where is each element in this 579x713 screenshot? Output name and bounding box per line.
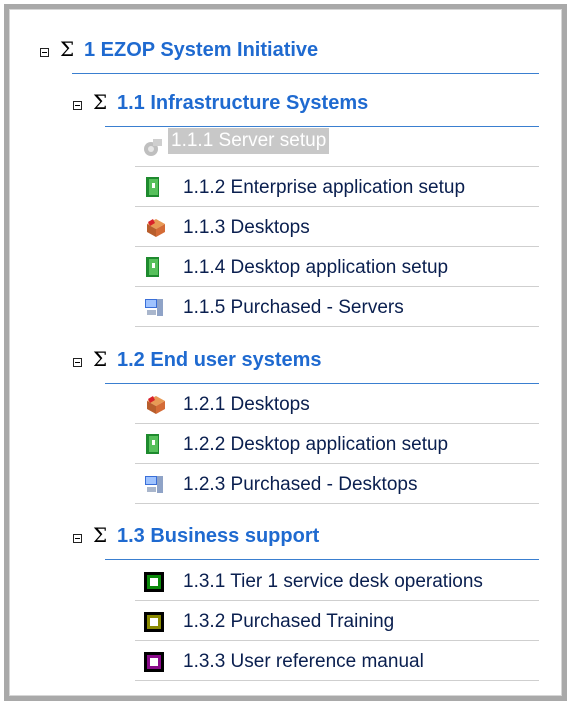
tree-item-row-1-2-1[interactable]: 1.2.1 Desktops	[135, 385, 539, 424]
tree-group-row-1-2[interactable]: Σ 1.2 End user systems	[73, 345, 539, 384]
tree-item-row-1-3-1[interactable]: 1.3.1 Tier 1 service desk operations	[135, 562, 539, 601]
collapse-icon[interactable]	[73, 358, 82, 367]
tree-group-row-1-3[interactable]: Σ 1.3 Business support	[73, 521, 539, 560]
box-package-icon	[147, 219, 165, 237]
green-book-icon	[146, 257, 159, 277]
tree-item-row-1-1-3[interactable]: 1.1.3 Desktops	[135, 208, 539, 247]
tree-root-row[interactable]: Σ 1 EZOP System Initiative	[40, 35, 539, 74]
box-package-icon	[147, 396, 165, 414]
tree-panel-inner: Σ 1 EZOP System Initiative Σ 1.1 Infrast…	[9, 9, 562, 696]
computer-icon	[145, 299, 163, 316]
tree-item-row-1-1-1[interactable]: 1.1.1 Server setup	[135, 128, 539, 167]
tree-item-row-1-1-5[interactable]: 1.1.5 Purchased - Servers	[135, 288, 539, 327]
group-label-1-2[interactable]: 1.2 End user systems	[117, 349, 322, 371]
item-label-1-3-3[interactable]: 1.3.3 User reference manual	[183, 651, 424, 673]
collapse-icon[interactable]	[73, 101, 82, 110]
server-setup-icon	[144, 139, 162, 156]
tree-group-row-1-1[interactable]: Σ 1.1 Infrastructure Systems	[73, 88, 539, 127]
item-label-1-3-1[interactable]: 1.3.1 Tier 1 service desk operations	[183, 571, 483, 593]
tree-item-row-1-2-2[interactable]: 1.2.2 Desktop application setup	[135, 425, 539, 464]
tree-item-row-1-1-2[interactable]: 1.1.2 Enterprise application setup	[135, 168, 539, 207]
sigma-icon: Σ	[93, 523, 108, 547]
tree-item-row-1-3-2[interactable]: 1.3.2 Purchased Training	[135, 602, 539, 641]
collapse-icon[interactable]	[40, 48, 49, 57]
green-book-icon	[146, 434, 159, 454]
sigma-icon: Σ	[60, 37, 75, 61]
computer-icon	[145, 476, 163, 493]
item-label-1-3-2[interactable]: 1.3.2 Purchased Training	[183, 611, 394, 633]
olive-square-icon	[144, 612, 164, 632]
purple-square-icon	[144, 652, 164, 672]
tree-panel: Σ 1 EZOP System Initiative Σ 1.1 Infrast…	[4, 4, 567, 701]
green-square-icon	[144, 572, 164, 592]
tree-item-row-1-2-3[interactable]: 1.2.3 Purchased - Desktops	[135, 465, 539, 504]
item-label-1-1-1[interactable]: 1.1.1 Server setup	[168, 128, 330, 154]
sigma-icon: Σ	[93, 347, 108, 371]
item-label-1-2-1[interactable]: 1.2.1 Desktops	[183, 394, 310, 416]
item-label-1-1-5[interactable]: 1.1.5 Purchased - Servers	[183, 297, 404, 319]
item-label-1-1-4[interactable]: 1.1.4 Desktop application setup	[183, 257, 448, 279]
item-label-1-1-2[interactable]: 1.1.2 Enterprise application setup	[183, 177, 465, 199]
item-label-1-2-2[interactable]: 1.2.2 Desktop application setup	[183, 434, 448, 456]
tree-item-row-1-3-3[interactable]: 1.3.3 User reference manual	[135, 642, 539, 681]
sigma-icon: Σ	[93, 90, 108, 114]
tree-item-row-1-1-4[interactable]: 1.1.4 Desktop application setup	[135, 248, 539, 287]
group-label-1-3[interactable]: 1.3 Business support	[117, 525, 319, 547]
collapse-icon[interactable]	[73, 534, 82, 543]
item-label-1-2-3[interactable]: 1.2.3 Purchased - Desktops	[183, 474, 417, 496]
root-label[interactable]: 1 EZOP System Initiative	[84, 39, 318, 61]
group-label-1-1[interactable]: 1.1 Infrastructure Systems	[117, 92, 368, 114]
item-label-1-1-3[interactable]: 1.1.3 Desktops	[183, 217, 310, 239]
green-book-icon	[146, 177, 159, 197]
